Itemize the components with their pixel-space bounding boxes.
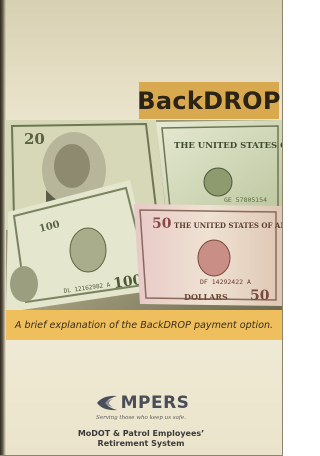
currency-illustration: 20 THE UNITED STATES OF AMERICA GE 57805… [6, 120, 282, 310]
dollars-word: DOLLARS [184, 292, 228, 302]
denom-50-top: 50 [152, 216, 172, 232]
fifty-dollar-note: 50 THE UNITED STATES OF AMERICA DF 14292… [134, 204, 282, 306]
cover-title: BackDROP [137, 86, 281, 115]
organization-name: MoDOT & Patrol Employees’ Retirement Sys… [0, 429, 282, 449]
denom-50: 50 [250, 288, 270, 304]
mpers-logo: MPERS [0, 392, 282, 414]
serial-top: GE 57805154 [224, 196, 267, 204]
organization-logo-block: MPERS Serving those who keep us safe. Mo… [0, 392, 282, 449]
brochure-cover: BackDROP 20 THE UNITED STATES GE 5780515… [0, 0, 283, 456]
denom-20: 20 [24, 130, 45, 148]
note-heading: THE UNITED STATES OF AMERICA [174, 141, 282, 151]
caption-band: A brief explanation of the BackDROP paym… [6, 310, 282, 340]
fifty-heading: THE UNITED STATES OF AMERICA [174, 221, 282, 230]
mpers-swoosh-icon [96, 395, 117, 411]
org-name-line-2: Retirement System [97, 439, 185, 448]
us-note-top-right: THE UNITED STATES OF AMERICA GE 57805154 [156, 120, 282, 218]
logo-tagline: Serving those who keep us safe. [96, 415, 186, 421]
serial-fifty: DF 14292422 A [200, 278, 251, 286]
logo-text: MPERS [120, 393, 190, 413]
cover-caption: A brief explanation of the BackDROP paym… [14, 319, 274, 331]
title-box: BackDROP [137, 82, 281, 119]
currency-photo: 20 THE UNITED STATES OF AMERICA GE 57805… [6, 120, 282, 310]
org-name-line-1: MoDOT & Patrol Employees’ [77, 429, 205, 438]
